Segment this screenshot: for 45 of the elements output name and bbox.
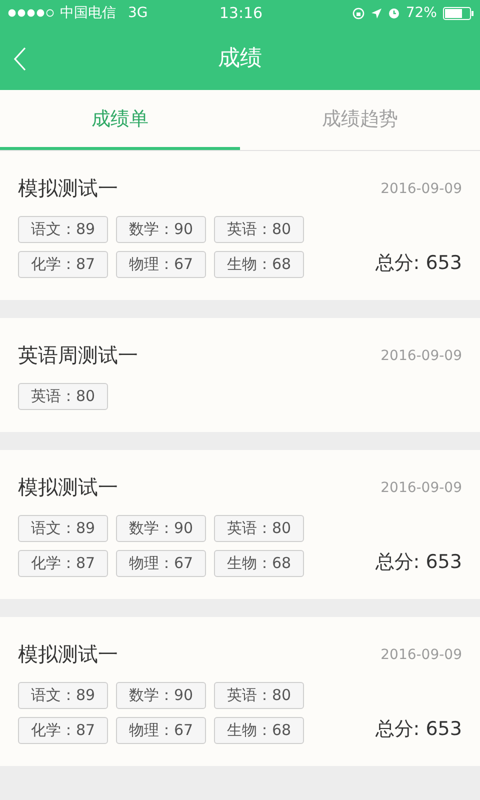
exam-date: 2016-09-09 — [380, 180, 462, 196]
exam-date: 2016-09-09 — [380, 646, 462, 662]
subject-score: 生物：68 — [214, 251, 304, 278]
total-score: 总分: 653 — [375, 251, 462, 276]
signal-icon — [8, 9, 54, 17]
exam-card[interactable]: 模拟测试一 2016-09-09 语文：89 数学：90 英语：80 化学：87 物理：67 生物：68 总分: 653 — [0, 151, 480, 300]
exam-name: 模拟测试一 — [18, 474, 118, 501]
subject-score: 英语：80 — [214, 682, 304, 709]
exam-card[interactable]: 模拟测试一 2016-09-09 语文：89 数学：90 英语：80 化学：87 物理：67 生物：68 总分: 653 — [0, 450, 480, 599]
exam-date: 2016-09-09 — [380, 348, 462, 364]
subject-score: 物理：67 — [116, 550, 206, 577]
subject-score: 化学：87 — [18, 550, 108, 577]
exam-card[interactable]: 英语周测试一 2016-09-09 英语：80 — [0, 318, 480, 432]
battery-icon — [442, 6, 474, 20]
subject-score: 物理：67 — [116, 717, 206, 744]
subject-score: 物理：67 — [116, 251, 206, 278]
page-title: 成绩 — [218, 45, 262, 73]
exam-name: 模拟测试一 — [18, 175, 118, 202]
exam-date: 2016-09-09 — [380, 480, 462, 496]
subject-score: 语文：89 — [18, 515, 108, 542]
status-time: 13:16 — [219, 4, 263, 22]
network-type: 3G — [128, 5, 148, 21]
total-score: 总分: 653 — [375, 550, 462, 575]
subject-score: 化学：87 — [18, 717, 108, 744]
subject-score: 生物：68 — [214, 550, 304, 577]
subject-score: 英语：80 — [18, 383, 108, 410]
subject-score: 英语：80 — [214, 515, 304, 542]
exam-name: 模拟测试一 — [18, 641, 118, 668]
exam-card[interactable]: 模拟测试一 2016-09-09 语文：89 数学：90 英语：80 化学：87 物理：67 生物：68 总分: 653 — [0, 617, 480, 766]
exam-name: 英语周测试一 — [18, 342, 138, 369]
subject-score: 生物：68 — [214, 717, 304, 744]
battery-percent: 72% — [406, 5, 437, 21]
subject-score: 化学：87 — [18, 251, 108, 278]
subject-score: 数学：90 — [116, 515, 206, 542]
back-button[interactable] — [12, 46, 28, 72]
subject-score: 语文：89 — [18, 216, 108, 243]
carrier-name: 中国电信 — [60, 4, 116, 22]
subject-score: 英语：80 — [214, 216, 304, 243]
alarm-icon — [388, 7, 400, 19]
location-icon — [370, 8, 382, 18]
subject-score: 语文：89 — [18, 682, 108, 709]
total-score: 总分: 653 — [375, 717, 462, 742]
subject-score: 数学：90 — [116, 682, 206, 709]
subject-score: 数学：90 — [116, 216, 206, 243]
rotation-lock-icon — [352, 6, 365, 20]
